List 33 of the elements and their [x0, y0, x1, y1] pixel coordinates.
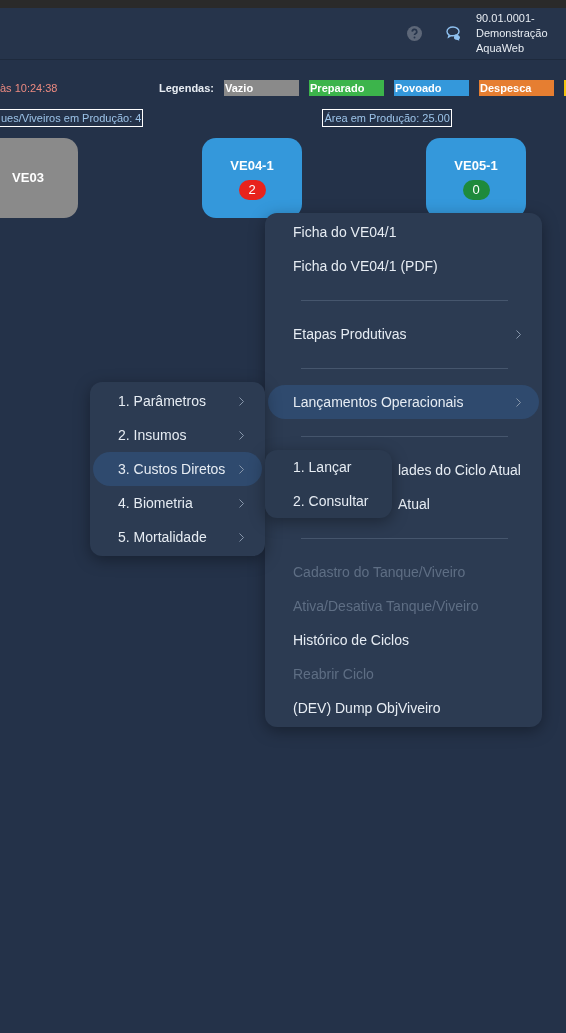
timestamp: às 10:24:38: [0, 80, 56, 96]
tank-name: VE05-1: [454, 157, 498, 176]
menu-item[interactable]: 4. Biometria: [93, 486, 262, 520]
count-badge: 2: [238, 179, 266, 200]
menu-item[interactable]: Ficha do VE04/1 (PDF): [268, 249, 539, 283]
count-badge: 0: [462, 179, 490, 200]
menu-item[interactable]: 2. Consultar: [268, 484, 389, 518]
menu-item[interactable]: lades do Ciclo Atual: [393, 453, 539, 487]
menu-item[interactable]: 2. Insumos: [93, 418, 262, 452]
menu-item[interactable]: Ficha do VE04/1: [268, 215, 539, 249]
legend-swatch: Povoado: [394, 80, 469, 96]
legend-swatch: Despesca: [479, 80, 554, 96]
menu-item[interactable]: (DEV) Dump ObjViveiro: [268, 691, 539, 725]
chat-icon[interactable]: [446, 26, 462, 41]
menu-item[interactable]: 1. Parâmetros: [93, 384, 262, 418]
menu-item[interactable]: Atual: [393, 487, 539, 521]
summary-text: ues/Viveiros em Produção: 4: [0, 109, 144, 127]
legend-swatch: Vazio: [224, 80, 299, 96]
menu-item[interactable]: 5. Mortalidade: [93, 520, 262, 554]
summary-text: Área em Produção: 25.00: [322, 109, 452, 127]
menu-item[interactable]: Lançamentos Operacionais: [268, 385, 539, 419]
account-line: Demonstração: [476, 26, 549, 41]
account-line: 90.01.0001-: [476, 11, 536, 26]
legend-label: Legendas:: [159, 80, 214, 96]
menu-item[interactable]: Histórico de Ciclos: [268, 623, 539, 657]
tank-name: VE03: [12, 169, 44, 188]
tank-name: VE04-1: [230, 157, 274, 176]
legend-swatch: Preparado: [309, 80, 384, 96]
account-line: AquaWeb: [476, 41, 526, 56]
menu-item[interactable]: 1. Lançar: [268, 450, 389, 484]
menu-item[interactable]: Etapas Produtivas: [268, 317, 539, 351]
tank-tile[interactable]: VE04-1 2: [202, 138, 302, 218]
menu-item[interactable]: 3. Custos Diretos: [93, 452, 262, 486]
